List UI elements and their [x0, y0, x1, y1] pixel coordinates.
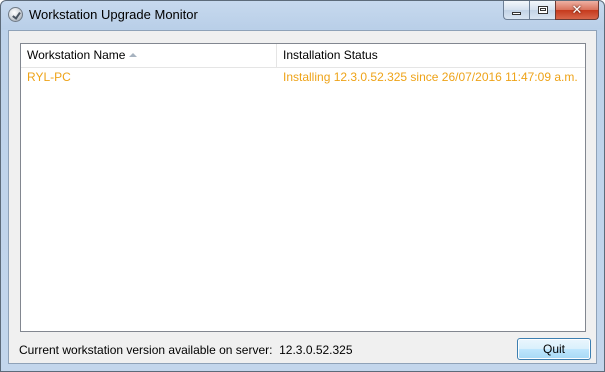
installation-status-cell: Installing 12.3.0.52.325 since 26/07/201… — [283, 70, 578, 84]
close-button[interactable]: ✕ — [555, 1, 599, 20]
title-bar[interactable]: Workstation Upgrade Monitor ✕ — [1, 1, 604, 29]
sort-ascending-icon — [129, 53, 137, 57]
column-header-label: Installation Status — [283, 48, 378, 62]
column-header-workstation-name[interactable]: Workstation Name — [21, 44, 277, 67]
table-row[interactable]: RYL-PC Installing 12.3.0.52.325 since 26… — [21, 68, 585, 87]
minimize-icon — [512, 11, 521, 15]
quit-button[interactable]: Quit — [517, 338, 591, 360]
maximize-icon — [537, 6, 548, 14]
server-version-label: Current workstation version available on… — [19, 343, 273, 357]
server-version-value: 12.3.0.52.325 — [279, 343, 353, 357]
server-version-text: Current workstation version available on… — [19, 343, 353, 357]
workstation-list[interactable]: Workstation Name Installation Status RYL… — [20, 43, 586, 332]
close-icon: ✕ — [571, 2, 583, 18]
app-icon[interactable] — [8, 7, 23, 22]
column-header-label: Workstation Name — [27, 48, 126, 62]
list-body: RYL-PC Installing 12.3.0.52.325 since 26… — [21, 68, 585, 87]
workstation-name-cell: RYL-PC — [27, 70, 71, 84]
list-header: Workstation Name Installation Status — [21, 44, 585, 68]
maximize-button[interactable] — [529, 1, 555, 20]
column-header-installation-status[interactable]: Installation Status — [277, 44, 585, 67]
minimize-button[interactable] — [503, 1, 529, 20]
window-title: Workstation Upgrade Monitor — [29, 7, 198, 22]
caption-buttons: ✕ — [503, 1, 599, 21]
app-window: Workstation Upgrade Monitor ✕ Workstatio… — [0, 0, 605, 372]
client-area: Workstation Name Installation Status RYL… — [8, 30, 597, 364]
